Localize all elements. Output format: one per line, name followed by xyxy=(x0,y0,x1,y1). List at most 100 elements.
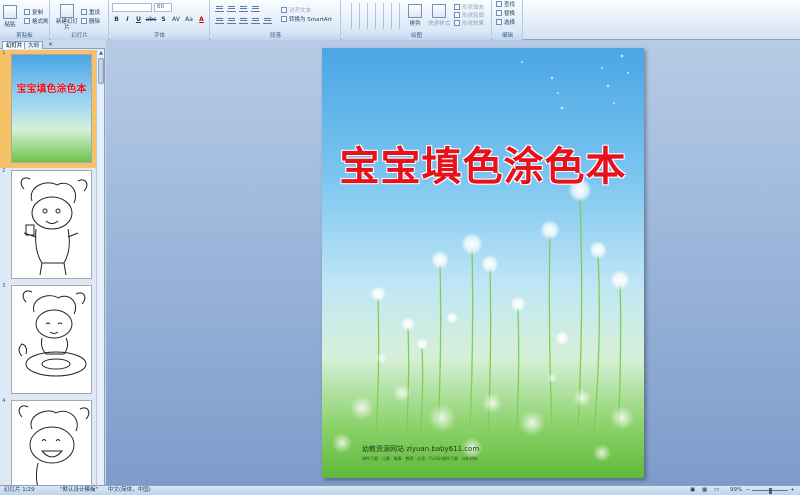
shape-fill-button[interactable]: 形状填充 xyxy=(454,3,484,11)
char-spacing-button[interactable]: AV xyxy=(170,15,182,24)
underline-button[interactable]: U xyxy=(134,15,143,24)
sheep-lineart-image xyxy=(20,177,88,276)
italic-button[interactable]: I xyxy=(123,15,132,24)
status-bar: 幻灯片 1/29 "默认设计模板" ✓ 中文(简体，中国) ▣ ▦ ▭ 99% … xyxy=(0,485,800,495)
strikethrough-button[interactable]: abc xyxy=(145,15,157,24)
align-left-button[interactable] xyxy=(215,16,224,24)
increase-indent-button[interactable] xyxy=(251,4,260,12)
brush-icon xyxy=(24,18,30,24)
columns-button[interactable] xyxy=(263,16,272,24)
new-slide-button[interactable]: 新建幻灯片 xyxy=(56,4,78,31)
bullets-button[interactable] xyxy=(215,4,224,12)
thumbnail-slide-4[interactable]: 4 xyxy=(0,398,96,485)
reset-icon xyxy=(81,9,87,15)
slides-group: 新建幻灯片 重设 删除 幻灯片 xyxy=(51,0,109,40)
copy-icon xyxy=(24,9,30,15)
cursor-icon xyxy=(496,19,502,25)
delete-icon xyxy=(81,18,87,24)
slide-thumbnail xyxy=(11,285,92,394)
arrange-icon xyxy=(408,4,422,18)
language-status[interactable]: 中文(简体，中国) xyxy=(108,486,151,495)
thumbnail-list: 1 宝宝填色涂色本 2 3 4 xyxy=(0,50,96,485)
tab-outline[interactable]: 大纲 xyxy=(24,41,44,49)
slide-footer-links: 课件下载 · 儿歌 · 故事 · 教案 · 反思 · FLASH课件下载 · 分… xyxy=(362,456,478,461)
arrange-button[interactable]: 排列 xyxy=(408,4,422,27)
slideshow-view-icon[interactable]: ▭ xyxy=(714,486,719,495)
shadow-button[interactable]: S xyxy=(159,15,168,24)
bold-button[interactable]: B xyxy=(112,15,121,24)
copy-button[interactable]: 复制 xyxy=(24,8,43,16)
tab-slides[interactable]: 幻灯片 xyxy=(2,41,27,49)
slide-number: 1 xyxy=(2,50,6,56)
zoom-out-icon[interactable]: − xyxy=(746,486,751,495)
zoom-level[interactable]: 99% xyxy=(730,486,742,495)
thumbnail-slide-2[interactable]: 2 xyxy=(0,168,96,283)
font-group: 60 B I U abc S AV Aa A 字体 xyxy=(110,0,210,40)
paragraph-group: 对齐文本 转换为 SmartArt 段落 xyxy=(211,0,341,40)
align-text-button[interactable]: 对齐文本 xyxy=(281,6,311,14)
spellcheck-icon[interactable]: ✓ xyxy=(92,486,97,495)
panel-scrollbar[interactable]: ▲ xyxy=(96,50,104,485)
select-button[interactable]: 选择 xyxy=(496,18,515,26)
justify-button[interactable] xyxy=(251,16,260,24)
slide-title[interactable]: 宝宝填色涂色本 xyxy=(322,134,644,192)
paragraph-group-label: 段落 xyxy=(211,32,340,40)
quick-styles-button[interactable]: 快速样式 xyxy=(428,4,450,27)
current-slide[interactable]: 宝宝填色涂色本 幼教资源网站 ziyuan.baby611.com 课件下载 ·… xyxy=(322,48,644,478)
slide-thumbnail xyxy=(11,170,92,279)
new-slide-icon xyxy=(60,4,74,18)
pen-icon xyxy=(454,12,460,18)
ribbon: 粘贴 复制 格式刷 剪贴板 新建幻灯片 重设 删除 幻灯片 60 B I U a… xyxy=(0,0,800,40)
font-color-button[interactable]: A xyxy=(197,15,206,24)
slide-thumbnail: 宝宝填色涂色本 xyxy=(11,54,92,163)
change-case-button[interactable]: Aa xyxy=(183,15,195,24)
scroll-up-icon[interactable]: ▲ xyxy=(97,50,105,57)
clipboard-group-label: 剪贴板 xyxy=(0,32,49,40)
slide-thumbnail xyxy=(11,400,92,485)
slide-number: 3 xyxy=(2,283,6,289)
delete-slide-button[interactable]: 删除 xyxy=(81,17,100,25)
thumbnail-title: 宝宝填色涂色本 xyxy=(16,84,87,95)
slides-panel: 幻灯片 大纲 × 1 宝宝填色涂色本 2 3 4 ▲ xyxy=(0,40,105,485)
shapes-gallery[interactable] xyxy=(346,3,404,29)
slide-canvas: 宝宝填色涂色本 幼教资源网站 ziyuan.baby611.com 课件下载 ·… xyxy=(106,40,800,485)
panel-tabs: 幻灯片 大纲 × xyxy=(0,40,105,49)
decrease-indent-button[interactable] xyxy=(239,4,248,12)
effects-icon xyxy=(454,20,460,26)
replace-icon xyxy=(496,10,502,16)
clipboard-group: 粘贴 复制 格式刷 剪贴板 xyxy=(0,0,50,40)
font-name-box[interactable] xyxy=(112,3,152,12)
font-size-box[interactable]: 60 xyxy=(154,3,172,12)
normal-view-icon[interactable]: ▣ xyxy=(690,486,695,495)
align-center-button[interactable] xyxy=(227,16,236,24)
replace-button[interactable]: 替换 xyxy=(496,9,515,17)
find-button[interactable]: 查找 xyxy=(496,0,515,8)
drawing-group: 排列 快速样式 形状填充 形状轮廓 形状效果 绘图 xyxy=(342,0,492,40)
paste-icon xyxy=(3,5,17,19)
slide-footer[interactable]: 幼教资源网站 ziyuan.baby611.com xyxy=(362,444,479,454)
convert-smartart-button[interactable]: 转换为 SmartArt xyxy=(281,15,332,23)
close-icon[interactable]: × xyxy=(48,41,53,49)
align-text-icon xyxy=(281,7,287,13)
slide-count-status: 幻灯片 1/29 xyxy=(4,487,35,493)
search-icon xyxy=(496,1,502,7)
slides-group-label: 幻灯片 xyxy=(51,32,108,40)
quick-styles-icon xyxy=(432,4,446,18)
zoom-slider-handle[interactable] xyxy=(769,488,772,494)
sorter-view-icon[interactable]: ▦ xyxy=(702,486,707,495)
shape-outline-button[interactable]: 形状轮廓 xyxy=(454,11,484,19)
align-right-button[interactable] xyxy=(239,16,248,24)
zoom-in-icon[interactable]: + xyxy=(790,486,795,495)
slide-number: 4 xyxy=(2,398,6,404)
editing-group-label: 编辑 xyxy=(493,32,522,40)
shape-effects-button[interactable]: 形状效果 xyxy=(454,19,484,27)
format-painter-button[interactable]: 格式刷 xyxy=(24,17,49,25)
paste-button[interactable]: 粘贴 xyxy=(3,5,17,28)
reset-button[interactable]: 重设 xyxy=(81,8,100,16)
smartart-icon xyxy=(281,16,287,22)
drawing-group-label: 绘图 xyxy=(342,32,491,40)
numbering-button[interactable] xyxy=(227,4,236,12)
scrollbar-thumb[interactable] xyxy=(98,58,104,84)
thumbnail-slide-1[interactable]: 1 宝宝填色涂色本 xyxy=(0,50,96,168)
thumbnail-slide-3[interactable]: 3 xyxy=(0,283,96,398)
